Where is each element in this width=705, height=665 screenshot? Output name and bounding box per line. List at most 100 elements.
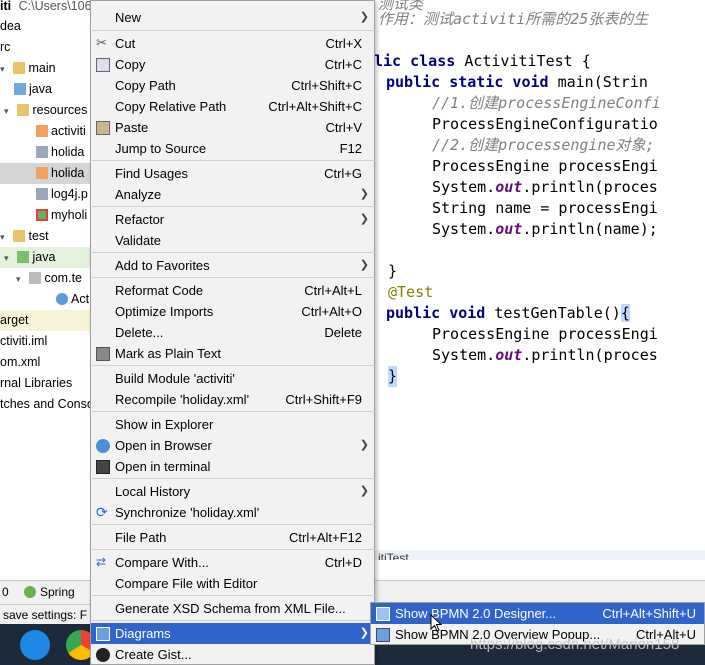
status-text: save settings: F bbox=[3, 608, 88, 622]
code-line-println-3: System.out.println(proces bbox=[432, 346, 658, 364]
code-line-comment-2: //2.创建processengine对象; bbox=[432, 136, 655, 154]
file-icon bbox=[36, 146, 48, 158]
sync-icon: ⟳ bbox=[96, 504, 108, 520]
submenu-arrow-icon: ❯ bbox=[359, 259, 369, 271]
menu-item-add-to-favorites[interactable]: Add to Favorites ❯ bbox=[91, 255, 374, 276]
menu-item-recompile[interactable]: Recompile 'holiday.xml' Ctrl+Shift+F9 bbox=[91, 389, 374, 410]
menu-item-mark-as-plain-text[interactable]: Mark as Plain Text bbox=[91, 343, 374, 364]
menu-item-local-history[interactable]: Local History ❯ bbox=[91, 481, 374, 502]
menu-item-copy-path[interactable]: Copy Path Ctrl+Shift+C bbox=[91, 75, 374, 96]
xml-file-icon bbox=[36, 125, 48, 137]
menu-separator bbox=[92, 620, 375, 621]
tree-item-pom[interactable]: om.xml bbox=[0, 352, 40, 373]
tree-item-holiday-bpmn[interactable]: holida bbox=[36, 142, 84, 163]
menu-item-open-in-browser[interactable]: Open in Browser ❯ bbox=[91, 435, 374, 456]
menu-item-compare-file-with-editor[interactable]: Compare File with Editor bbox=[91, 573, 374, 594]
menu-item-synchronize[interactable]: ⟳ Synchronize 'holiday.xml' bbox=[91, 502, 374, 523]
menu-item-show-in-explorer[interactable]: Show in Explorer bbox=[91, 414, 374, 435]
chevron-down-icon[interactable]: ▾ bbox=[4, 101, 14, 122]
edge-icon[interactable] bbox=[20, 630, 50, 660]
code-line-engine-2: ProcessEngine processEngi bbox=[432, 325, 658, 343]
menu-item-create-gist[interactable]: Create Gist... bbox=[91, 644, 374, 665]
chevron-down-icon[interactable]: ▾ bbox=[0, 227, 10, 248]
tree-item-resources[interactable]: ▾ resources bbox=[4, 100, 87, 121]
compare-icon: ⇄ bbox=[96, 555, 107, 569]
menu-item-delete[interactable]: Delete... Delete bbox=[91, 322, 374, 343]
class-icon bbox=[56, 293, 68, 305]
menu-item-refactor[interactable]: Refactor ❯ bbox=[91, 209, 374, 230]
submenu-item-show-bpmn-designer[interactable]: Show BPMN 2.0 Designer... Ctrl+Alt+Shift+… bbox=[371, 603, 704, 624]
menu-item-paste[interactable]: Paste Ctrl+V bbox=[91, 117, 374, 138]
tree-item-package[interactable]: ▾ com.te bbox=[16, 268, 82, 289]
globe-icon bbox=[96, 439, 110, 453]
code-editor[interactable]: 测试类 作用：测试activiti所需的25张表的生 lic class Act… bbox=[374, 0, 705, 560]
test-folder-icon bbox=[17, 251, 30, 263]
folder-icon bbox=[13, 230, 26, 242]
tree-item-myholiday[interactable]: myholi bbox=[36, 205, 87, 226]
code-line-annotation: @Test bbox=[388, 283, 434, 301]
tree-root-label: iti bbox=[0, 0, 12, 13]
chevron-down-icon[interactable]: ▾ bbox=[16, 269, 26, 290]
menu-item-copy-relative-path[interactable]: Copy Relative Path Ctrl+Alt+Shift+C bbox=[91, 96, 374, 117]
submenu-arrow-icon: ❯ bbox=[359, 188, 369, 200]
menu-separator bbox=[92, 277, 375, 278]
menu-item-diagrams[interactable]: Diagrams ❯ bbox=[91, 623, 374, 644]
tree-item-iml[interactable]: ctiviti.iml bbox=[0, 331, 47, 352]
tree-item-java[interactable]: java bbox=[14, 79, 52, 100]
code-line-test-decl: public void testGenTable(){ bbox=[386, 304, 630, 322]
source-folder-icon bbox=[14, 83, 26, 95]
chevron-down-icon[interactable]: ▾ bbox=[0, 59, 10, 80]
menu-item-analyze[interactable]: Analyze ❯ bbox=[91, 184, 374, 205]
tree-item-idea[interactable]: dea bbox=[0, 16, 21, 37]
code-line-close-test: } bbox=[388, 366, 398, 387]
menu-separator bbox=[92, 411, 375, 412]
xml-file-icon bbox=[36, 167, 48, 179]
menu-item-find-usages[interactable]: Find Usages Ctrl+G bbox=[91, 163, 374, 184]
menu-item-open-in-terminal[interactable]: Open in terminal bbox=[91, 456, 374, 477]
tree-item-scratches[interactable]: tches and Conso bbox=[0, 394, 94, 415]
menu-separator bbox=[92, 478, 375, 479]
image-file-icon bbox=[36, 209, 48, 221]
menu-item-copy[interactable]: Copy Ctrl+C bbox=[91, 54, 374, 75]
code-line-comment-1: //1.创建processEngineConfi bbox=[432, 94, 661, 112]
chevron-down-icon[interactable]: ▾ bbox=[4, 248, 14, 269]
menu-item-cut[interactable]: ✂ Cut Ctrl+X bbox=[91, 33, 374, 54]
tree-item-external-libraries[interactable]: rnal Libraries bbox=[0, 373, 72, 394]
menu-item-generate-xsd[interactable]: Generate XSD Schema from XML File... bbox=[91, 598, 374, 619]
menu-separator bbox=[92, 524, 375, 525]
code-line-name: String name = processEngi bbox=[432, 199, 658, 217]
code-comment-purpose: 作用：测试activiti所需的25张表的生 bbox=[378, 10, 649, 28]
menu-item-new[interactable]: New ❯ bbox=[91, 7, 374, 28]
menu-separator bbox=[92, 206, 375, 207]
code-line-println-2: System.out.println(name); bbox=[432, 220, 658, 238]
tree-item-log4j[interactable]: log4j.p bbox=[36, 184, 88, 205]
menu-item-build-module[interactable]: Build Module 'activiti' bbox=[91, 368, 374, 389]
bpmn-overview-icon bbox=[376, 628, 390, 642]
context-menu: New ❯ ✂ Cut Ctrl+X Copy Ctrl+C Copy Path Ctrl… bbox=[90, 0, 375, 665]
menu-separator bbox=[92, 30, 375, 31]
tree-item-main[interactable]: ▾ main bbox=[0, 58, 56, 79]
menu-item-optimize-imports[interactable]: Optimize Imports Ctrl+Alt+O bbox=[91, 301, 374, 322]
menu-item-compare-with[interactable]: ⇄ Compare With... Ctrl+D bbox=[91, 552, 374, 573]
tool-tab-spring[interactable]: Spring bbox=[40, 585, 75, 599]
github-icon bbox=[96, 648, 110, 662]
menu-item-reformat-code[interactable]: Reformat Code Ctrl+Alt+L bbox=[91, 280, 374, 301]
code-line-engine: ProcessEngine processEngi bbox=[432, 157, 658, 175]
code-line-config: ProcessEngineConfiguratio bbox=[432, 115, 658, 133]
tree-item-activiti-xml[interactable]: activiti bbox=[36, 121, 86, 142]
submenu-arrow-icon: ❯ bbox=[359, 627, 369, 639]
tool-tab-number[interactable]: 0 bbox=[2, 585, 9, 599]
brace-highlight: { bbox=[620, 304, 630, 322]
tree-item-test[interactable]: ▾ test bbox=[0, 226, 49, 247]
menu-item-validate[interactable]: Validate bbox=[91, 230, 374, 251]
copy-icon bbox=[96, 58, 110, 72]
menu-separator bbox=[92, 365, 375, 366]
terminal-icon bbox=[96, 460, 110, 474]
menu-separator bbox=[92, 252, 375, 253]
bpmn-designer-icon bbox=[376, 607, 390, 621]
tree-item-activititest[interactable]: Act bbox=[56, 289, 89, 310]
editor-breadcrumb-tab[interactable]: itiTest bbox=[374, 550, 705, 560]
menu-item-file-path[interactable]: File Path Ctrl+Alt+F12 bbox=[91, 527, 374, 548]
menu-item-jump-to-source[interactable]: Jump to Source F12 bbox=[91, 138, 374, 159]
tree-item-src[interactable]: rc bbox=[0, 37, 10, 58]
